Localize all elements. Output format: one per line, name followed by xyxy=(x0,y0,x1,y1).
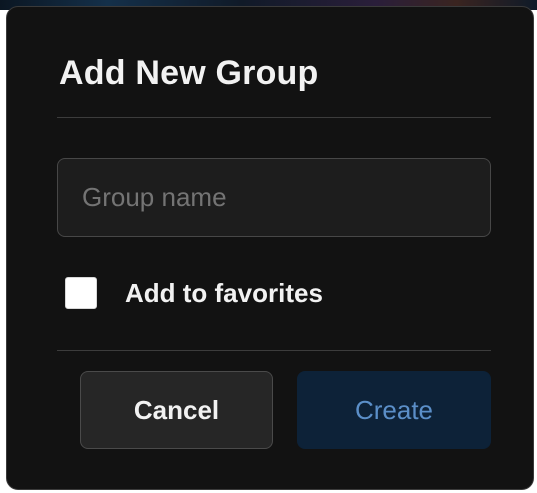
title-divider xyxy=(57,117,491,118)
footer-divider xyxy=(57,350,491,351)
dialog-title: Add New Group xyxy=(59,54,319,92)
cancel-button[interactable]: Cancel xyxy=(80,371,273,449)
group-name-input[interactable] xyxy=(57,158,491,237)
favorites-checkbox[interactable] xyxy=(65,277,97,309)
add-group-dialog: Add New Group Add to favorites Cancel Cr… xyxy=(6,6,534,490)
create-button[interactable]: Create xyxy=(297,371,491,449)
favorites-row[interactable]: Add to favorites xyxy=(65,276,323,310)
favorites-checkbox-label[interactable]: Add to favorites xyxy=(125,278,323,309)
